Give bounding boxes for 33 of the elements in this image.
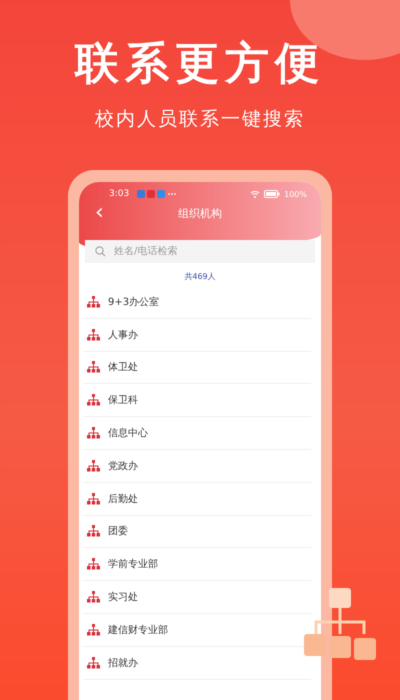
org-chart-icon [87,460,100,472]
screen-title: 组织机构 [178,206,222,220]
org-chart-icon [87,328,100,341]
department-item[interactable]: 体卫处 [83,352,311,384]
department-item[interactable]: 实习处 [83,581,311,614]
org-chart-icon [87,361,100,374]
department-item[interactable]: 后勤处 [83,482,311,516]
department-item[interactable]: 人事办 [83,318,311,352]
back-button[interactable]: ‹ [91,202,108,224]
org-chart-icon [87,558,100,570]
search-field[interactable]: 姓名/电话检索 [85,240,315,263]
org-chart-icon [87,525,100,538]
status-time: 3:03 [109,189,130,199]
department-item[interactable]: 党政办 [83,450,311,483]
org-chart-icon [87,624,100,636]
org-chart-icon [87,492,100,505]
headline: 联系更方便 [75,37,325,91]
member-count: 共469人 [183,271,217,283]
org-chart-icon [87,394,100,406]
department-item[interactable]: 信息中心 [83,417,311,450]
department-item[interactable]: 团委 [83,516,311,548]
battery-percent: 100% [284,190,307,198]
department-item[interactable]: 9+3办公室 [83,286,311,319]
org-chart-icon [87,591,100,604]
department-item[interactable]: 保卫科 [83,384,311,418]
org-chart-icon [87,296,100,308]
wifi-icon [250,190,260,198]
org-chart-icon [87,427,100,440]
subtitle: 校内人员联系一键搜索 [95,107,305,132]
department-item[interactable]: 学前专业部 [83,548,311,582]
battery-icon [264,190,280,198]
notification-icon [137,190,178,198]
org-chart-icon [87,656,100,669]
